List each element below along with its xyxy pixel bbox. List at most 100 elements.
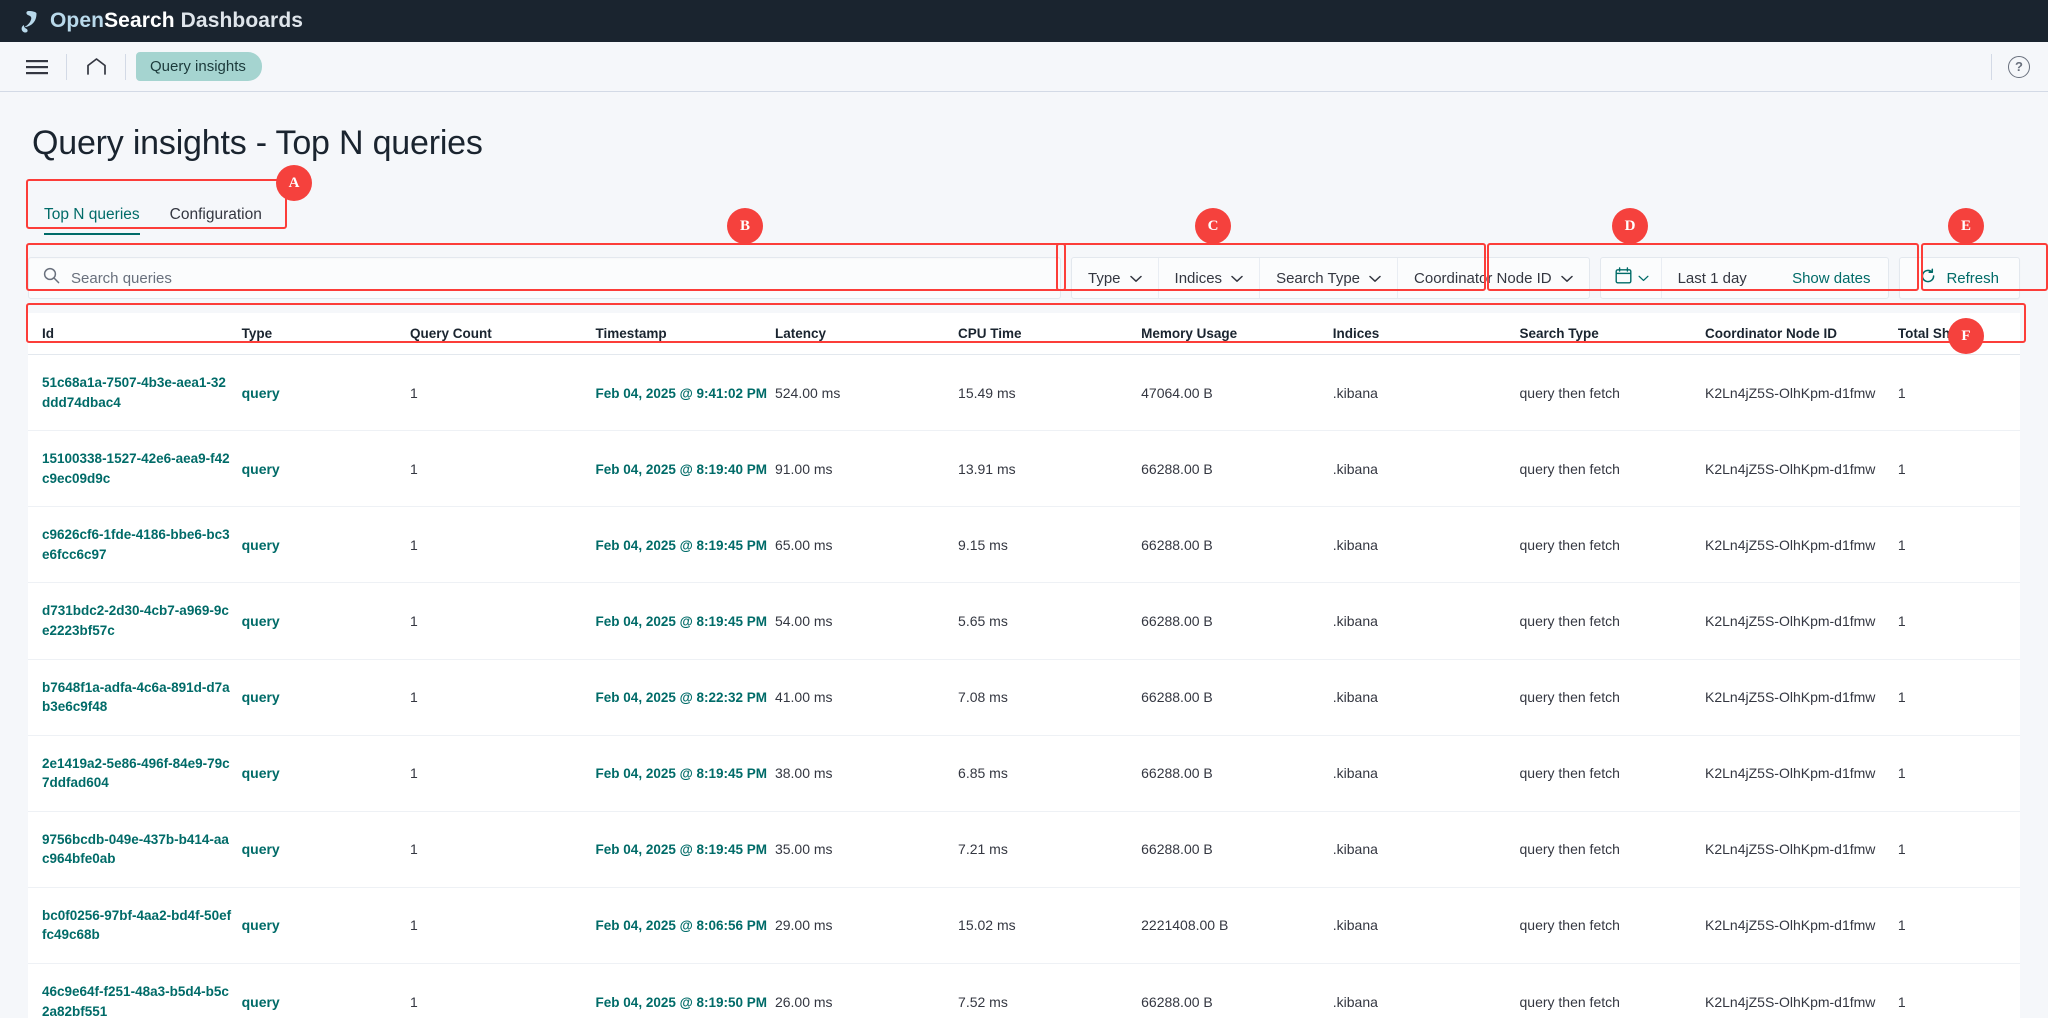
cell-type[interactable]: query [241, 659, 411, 736]
cell-total-shards-text: 1 [1897, 536, 1906, 553]
chevron-down-icon [1638, 269, 1649, 287]
cell-total-shards-text: 1 [1897, 612, 1906, 629]
cell-coordinator-node-id: K2Ln4jZ5S-OlhKpm-d1fmw [1705, 582, 1898, 660]
cell-id[interactable]: 15100338-1527-42e6-aea9-f42c9ec09d9c [28, 430, 242, 508]
column-header-indices[interactable]: Indices [1332, 313, 1520, 355]
column-header-cpu-time[interactable]: CPU Time [958, 313, 1142, 355]
cell-timestamp-text: Feb 04, 2025 @ 8:19:45 PM [595, 766, 768, 782]
filter-coordinator-node-id-label: Coordinator Node ID [1414, 269, 1552, 287]
breadcrumb-bar: Query insights ? [0, 42, 2048, 92]
cell-timestamp-text: Feb 04, 2025 @ 8:19:40 PM [595, 461, 768, 477]
column-header-latency[interactable]: Latency [774, 313, 959, 355]
cell-coordinator-node-id: K2Ln4jZ5S-OlhKpm-d1fmw [1705, 506, 1898, 584]
cell-cpu-time: 6.85 ms [958, 735, 1142, 812]
table-row: 15100338-1527-42e6-aea9-f42c9ec09d9c quer… [28, 430, 2020, 508]
help-question-icon[interactable]: ? [2008, 55, 2030, 78]
cell-id[interactable]: 2e1419a2-5e86-496f-84e9-79c7ddfad604 [28, 735, 242, 812]
cell-type[interactable]: query [241, 811, 411, 888]
cell-type-text: query [241, 384, 280, 401]
cell-search-type: query then fetch [1519, 811, 1706, 888]
cell-cpu-time: 7.21 ms [958, 811, 1142, 888]
cell-query-count-text: 1 [410, 536, 418, 553]
cell-type[interactable]: query [241, 506, 411, 584]
filter-coordinator-node-id-button[interactable]: Coordinator Node ID [1398, 258, 1589, 298]
cell-type[interactable]: query [241, 963, 411, 1018]
column-header-memory-usage[interactable]: Memory Usage [1141, 313, 1333, 355]
cell-timestamp[interactable]: Feb 04, 2025 @ 8:19:45 PM [595, 811, 775, 888]
hamburger-menu-icon[interactable] [18, 48, 56, 86]
cell-total-shards: 1 [1897, 963, 2020, 1018]
cell-timestamp[interactable]: Feb 04, 2025 @ 8:19:40 PM [595, 430, 775, 508]
filter-search-type-button[interactable]: Search Type [1260, 258, 1399, 298]
cell-timestamp-text: Feb 04, 2025 @ 8:19:45 PM [595, 613, 768, 629]
cell-coordinator-node-id-text: K2Ln4jZ5S-OlhKpm-d1fmw [1705, 612, 1876, 629]
cell-latency-text: 35.00 ms [774, 841, 833, 858]
cell-memory-usage: 66288.00 B [1141, 506, 1333, 584]
page-title: Query insights - Top N queries [32, 124, 483, 162]
cell-total-shards: 1 [1897, 659, 2020, 736]
cell-query-count-text: 1 [410, 765, 418, 782]
calendar-icon [1615, 267, 1632, 289]
breadcrumb[interactable]: Query insights [136, 52, 262, 81]
show-dates-button[interactable]: Show dates [1774, 270, 1888, 287]
cell-search-type: query then fetch [1519, 582, 1706, 660]
calendar-quick-select-button[interactable] [1601, 258, 1662, 298]
refresh-button[interactable]: Refresh [1899, 257, 2020, 299]
controls-row: Search queries Type Indices Search Type [28, 257, 2020, 299]
column-header-timestamp[interactable]: Timestamp [595, 313, 775, 355]
cell-timestamp[interactable]: Feb 04, 2025 @ 8:06:56 PM [595, 887, 775, 965]
cell-latency: 38.00 ms [774, 735, 959, 812]
cell-id[interactable]: b7648f1a-adfa-4c6a-891d-d7ab3e6c9f48 [28, 659, 242, 736]
search-input[interactable]: Search queries [28, 257, 1061, 299]
cell-timestamp[interactable]: Feb 04, 2025 @ 8:22:32 PM [595, 659, 775, 736]
cell-timestamp-text: Feb 04, 2025 @ 9:41:02 PM [595, 385, 768, 401]
column-header-id[interactable]: Id [28, 313, 242, 355]
cell-type[interactable]: query [241, 354, 411, 432]
cell-coordinator-node-id: K2Ln4jZ5S-OlhKpm-d1fmw [1705, 430, 1898, 508]
tab-configuration[interactable]: Configuration [170, 206, 262, 235]
cell-timestamp[interactable]: Feb 04, 2025 @ 8:19:45 PM [595, 582, 775, 660]
cell-type[interactable]: query [241, 887, 411, 965]
column-header-coordinator-node-id[interactable]: Coordinator Node ID [1705, 313, 1898, 355]
cell-coordinator-node-id: K2Ln4jZ5S-OlhKpm-d1fmw [1705, 354, 1898, 432]
column-header-query-count[interactable]: Query Count [410, 313, 596, 355]
column-header-type[interactable]: Type [241, 313, 411, 355]
cell-indices-text: .kibana [1332, 612, 1378, 629]
cell-search-type: query then fetch [1519, 659, 1706, 736]
cell-timestamp[interactable]: Feb 04, 2025 @ 8:19:50 PM [595, 963, 775, 1018]
cell-memory-usage: 66288.00 B [1141, 659, 1333, 736]
cell-type[interactable]: query [241, 735, 411, 812]
cell-search-type: query then fetch [1519, 506, 1706, 584]
cell-timestamp[interactable]: Feb 04, 2025 @ 9:41:02 PM [595, 354, 775, 432]
cell-cpu-time: 15.49 ms [958, 354, 1142, 432]
cell-timestamp[interactable]: Feb 04, 2025 @ 8:19:45 PM [595, 506, 775, 584]
annotation-badge-a: A [276, 165, 312, 201]
cell-id[interactable]: 51c68a1a-7507-4b3e-aea1-32ddd74dbac4 [28, 354, 242, 432]
cell-coordinator-node-id: K2Ln4jZ5S-OlhKpm-d1fmw [1705, 811, 1898, 888]
cell-type[interactable]: query [241, 430, 411, 508]
date-range-value[interactable]: Last 1 day [1662, 270, 1774, 287]
cell-query-count-text: 1 [410, 841, 418, 858]
cell-id[interactable]: d731bdc2-2d30-4cb7-a969-9ce2223bf57c [28, 582, 242, 660]
cell-coordinator-node-id-text: K2Ln4jZ5S-OlhKpm-d1fmw [1705, 765, 1876, 782]
cell-cpu-time-text: 15.49 ms [958, 384, 1016, 401]
tab-top-n-queries[interactable]: Top N queries [44, 206, 140, 235]
filter-indices-button[interactable]: Indices [1159, 258, 1261, 298]
logo-search-text: Search [104, 9, 175, 32]
cell-id[interactable]: c9626cf6-1fde-4186-bbe6-bc3e6fcc6c97 [28, 506, 242, 584]
cell-timestamp[interactable]: Feb 04, 2025 @ 8:19:45 PM [595, 735, 775, 812]
cell-id[interactable]: bc0f0256-97bf-4aa2-bd4f-50effc49c68b [28, 887, 242, 965]
column-header-search-type[interactable]: Search Type [1519, 313, 1706, 355]
cell-coordinator-node-id-text: K2Ln4jZ5S-OlhKpm-d1fmw [1705, 384, 1876, 401]
cell-id[interactable]: 46c9e64f-f251-48a3-b5d4-b5c2a82bf551 [28, 963, 242, 1018]
cell-query-count-text: 1 [410, 384, 418, 401]
page-content: Query insights - Top N queries Top N que… [0, 92, 2048, 1018]
cell-query-count-text: 1 [410, 917, 418, 934]
cell-cpu-time-text: 5.65 ms [958, 612, 1008, 629]
filter-type-button[interactable]: Type [1072, 258, 1159, 298]
cell-id[interactable]: 9756bcdb-049e-437b-b414-aac964bfe0ab [28, 811, 242, 888]
cell-type[interactable]: query [241, 582, 411, 660]
divider [1991, 53, 1992, 80]
home-icon[interactable] [77, 48, 115, 86]
cell-total-shards-text: 1 [1897, 765, 1906, 782]
